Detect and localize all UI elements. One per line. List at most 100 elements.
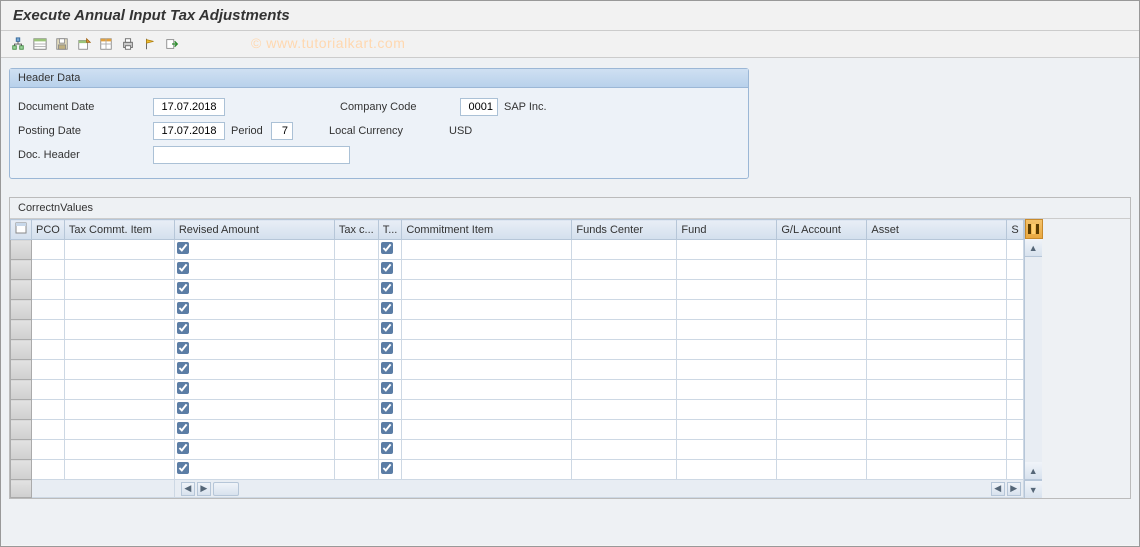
table-config-icon[interactable] bbox=[1025, 219, 1043, 239]
t-checkbox[interactable] bbox=[381, 282, 393, 294]
cell-commitment-item[interactable] bbox=[402, 240, 572, 260]
cell-revised-amount[interactable] bbox=[174, 380, 334, 400]
cell-commitment-item[interactable] bbox=[402, 380, 572, 400]
col-pco[interactable]: PCO bbox=[32, 220, 65, 240]
cell-tax-commt-item[interactable] bbox=[64, 280, 174, 300]
cell-tax-c[interactable] bbox=[334, 260, 378, 280]
cell-revised-amount[interactable] bbox=[174, 360, 334, 380]
vscroll-up-icon[interactable]: ▲ bbox=[1025, 239, 1042, 257]
doc-header-input[interactable] bbox=[153, 146, 350, 164]
cell-t[interactable] bbox=[378, 340, 402, 360]
revised-checkbox[interactable] bbox=[177, 442, 189, 454]
cell-tax-commt-item[interactable] bbox=[64, 260, 174, 280]
cell-asset[interactable] bbox=[867, 340, 1007, 360]
row-selector[interactable] bbox=[11, 380, 32, 400]
cell-revised-amount[interactable] bbox=[174, 420, 334, 440]
revised-checkbox[interactable] bbox=[177, 422, 189, 434]
cell-gl-account[interactable] bbox=[777, 340, 867, 360]
row-selector[interactable] bbox=[11, 320, 32, 340]
cell-t[interactable] bbox=[378, 460, 402, 480]
toolbar-btn-export-icon[interactable] bbox=[75, 35, 93, 53]
cell-asset[interactable] bbox=[867, 360, 1007, 380]
cell-t[interactable] bbox=[378, 280, 402, 300]
t-checkbox[interactable] bbox=[381, 402, 393, 414]
cell-tax-c[interactable] bbox=[334, 400, 378, 420]
revised-checkbox[interactable] bbox=[177, 462, 189, 474]
revised-checkbox[interactable] bbox=[177, 402, 189, 414]
hscroll-thumb[interactable] bbox=[213, 482, 239, 496]
cell-tax-commt-item[interactable] bbox=[64, 460, 174, 480]
revised-checkbox[interactable] bbox=[177, 362, 189, 374]
cell-gl-account[interactable] bbox=[777, 440, 867, 460]
cell-gl-account[interactable] bbox=[777, 300, 867, 320]
hscroll-left-icon[interactable]: ◀ bbox=[181, 482, 195, 496]
hscroll-left2-icon[interactable]: ◀ bbox=[991, 482, 1005, 496]
toolbar-btn-sheet-icon[interactable] bbox=[97, 35, 115, 53]
t-checkbox[interactable] bbox=[381, 242, 393, 254]
row-selector[interactable] bbox=[11, 280, 32, 300]
revised-checkbox[interactable] bbox=[177, 242, 189, 254]
cell-pco[interactable] bbox=[32, 340, 65, 360]
cell-t[interactable] bbox=[378, 300, 402, 320]
cell-tax-commt-item[interactable] bbox=[64, 380, 174, 400]
company-code-input[interactable] bbox=[460, 98, 498, 116]
row-selector[interactable] bbox=[11, 300, 32, 320]
col-s[interactable]: S bbox=[1007, 220, 1023, 240]
cell-pco[interactable] bbox=[32, 280, 65, 300]
cell-gl-account[interactable] bbox=[777, 240, 867, 260]
cell-fund[interactable] bbox=[677, 360, 777, 380]
t-checkbox[interactable] bbox=[381, 422, 393, 434]
cell-funds-center[interactable] bbox=[572, 460, 677, 480]
cell-tax-commt-item[interactable] bbox=[64, 360, 174, 380]
toolbar-btn-list-icon[interactable] bbox=[31, 35, 49, 53]
cell-gl-account[interactable] bbox=[777, 460, 867, 480]
cell-revised-amount[interactable] bbox=[174, 340, 334, 360]
cell-revised-amount[interactable] bbox=[174, 440, 334, 460]
revised-checkbox[interactable] bbox=[177, 302, 189, 314]
col-asset[interactable]: Asset bbox=[867, 220, 1007, 240]
toolbar-btn-arrow-icon[interactable] bbox=[163, 35, 181, 53]
cell-fund[interactable] bbox=[677, 240, 777, 260]
row-selector[interactable] bbox=[11, 440, 32, 460]
cell-fund[interactable] bbox=[677, 420, 777, 440]
cell-asset[interactable] bbox=[867, 260, 1007, 280]
cell-pco[interactable] bbox=[32, 300, 65, 320]
cell-pco[interactable] bbox=[32, 260, 65, 280]
revised-checkbox[interactable] bbox=[177, 342, 189, 354]
col-t[interactable]: T... bbox=[378, 220, 402, 240]
col-tax-commt-item[interactable]: Tax Commt. Item bbox=[64, 220, 174, 240]
horizontal-scrollbar[interactable]: ◀ ▶ ◀ ▶ bbox=[177, 482, 1021, 496]
cell-tax-c[interactable] bbox=[334, 380, 378, 400]
cell-tax-commt-item[interactable] bbox=[64, 400, 174, 420]
vscroll-down2-icon[interactable]: ▼ bbox=[1025, 480, 1042, 498]
cell-fund[interactable] bbox=[677, 300, 777, 320]
cell-fund[interactable] bbox=[677, 380, 777, 400]
cell-fund[interactable] bbox=[677, 260, 777, 280]
cell-gl-account[interactable] bbox=[777, 380, 867, 400]
t-checkbox[interactable] bbox=[381, 382, 393, 394]
hscroll-right-icon[interactable]: ▶ bbox=[197, 482, 211, 496]
hscroll-right2-icon[interactable]: ▶ bbox=[1007, 482, 1021, 496]
posting-date-input[interactable] bbox=[153, 122, 225, 140]
cell-pco[interactable] bbox=[32, 380, 65, 400]
cell-t[interactable] bbox=[378, 420, 402, 440]
cell-t[interactable] bbox=[378, 240, 402, 260]
cell-pco[interactable] bbox=[32, 360, 65, 380]
cell-funds-center[interactable] bbox=[572, 400, 677, 420]
cell-tax-c[interactable] bbox=[334, 440, 378, 460]
cell-fund[interactable] bbox=[677, 400, 777, 420]
cell-tax-commt-item[interactable] bbox=[64, 300, 174, 320]
cell-asset[interactable] bbox=[867, 280, 1007, 300]
cell-fund[interactable] bbox=[677, 280, 777, 300]
cell-tax-commt-item[interactable] bbox=[64, 420, 174, 440]
t-checkbox[interactable] bbox=[381, 362, 393, 374]
cell-funds-center[interactable] bbox=[572, 360, 677, 380]
toolbar-btn-print-icon[interactable] bbox=[119, 35, 137, 53]
revised-checkbox[interactable] bbox=[177, 322, 189, 334]
cell-commitment-item[interactable] bbox=[402, 280, 572, 300]
cell-gl-account[interactable] bbox=[777, 400, 867, 420]
cell-commitment-item[interactable] bbox=[402, 320, 572, 340]
col-fund[interactable]: Fund bbox=[677, 220, 777, 240]
cell-fund[interactable] bbox=[677, 460, 777, 480]
vertical-scrollbar[interactable]: ▲ ▲ ▼ bbox=[1024, 219, 1042, 498]
